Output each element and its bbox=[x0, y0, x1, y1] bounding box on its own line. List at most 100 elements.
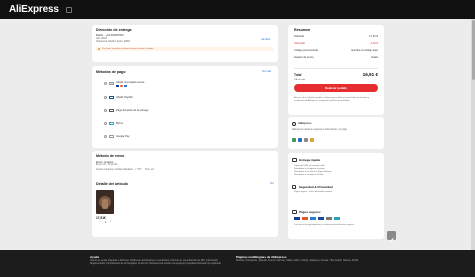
pencil-icon bbox=[389, 238, 394, 243]
fast-delivery-title[interactable]: Entrega rápida bbox=[299, 158, 320, 162]
item-price: 17,91€ bbox=[96, 216, 106, 220]
fast-delivery-item: Reembolso si no llega en 30 días bbox=[294, 174, 324, 176]
fast-delivery-item: Reembolso si el paquete se pierde bbox=[294, 168, 325, 170]
edit-float-button[interactable] bbox=[387, 231, 396, 243]
aliexpress-logo[interactable]: AliExpress bbox=[9, 4, 59, 15]
check-circle-icon bbox=[292, 122, 296, 126]
shipping-carrier: Courier company: Cainiao Standard · ✓ CT… bbox=[96, 168, 155, 171]
summary-row-subtotal: Subtotal 17,91 € bbox=[294, 35, 378, 39]
payment-method-label: Pago después de la entrega bbox=[116, 108, 149, 112]
payment-view-more-link[interactable]: Ver más bbox=[262, 70, 271, 73]
warning-icon bbox=[98, 48, 100, 50]
security-title[interactable]: Seguridad & Privacidad bbox=[299, 185, 333, 189]
shipping-estimate: Envío: 20 - 30 de Dic bbox=[96, 164, 118, 166]
page-scrollbar-thumb[interactable] bbox=[471, 20, 475, 80]
secure-payments-title: Pagos seguros bbox=[299, 210, 321, 214]
summary-row-label: Gastos de envío bbox=[294, 56, 314, 59]
trust-text: AliExpress mantiene seguras tu informaci… bbox=[292, 129, 347, 131]
trust-card: AliExpress AliExpress mantiene seguras t… bbox=[288, 117, 384, 149]
qty-increase-button[interactable]: + bbox=[110, 221, 111, 223]
payment-methods-title: Métodos de pago bbox=[96, 70, 126, 74]
secure-payments-text: Con socios de pago populares, tus datos … bbox=[294, 224, 355, 226]
google-pay-icon bbox=[109, 135, 114, 138]
address-notice-text: Por favor, actualiza tu dirección para r… bbox=[102, 47, 154, 50]
product-image-detail bbox=[102, 199, 108, 209]
top-bar: AliExpress bbox=[0, 0, 475, 19]
shipping-method-card: Método de envío Envío: Gratuito Envío: 2… bbox=[92, 151, 278, 237]
badge-icon bbox=[310, 138, 314, 142]
address-notice: Por favor, actualiza tu dirección para r… bbox=[96, 47, 274, 51]
product-image[interactable] bbox=[96, 190, 114, 214]
payment-method-label: Google Pay bbox=[116, 134, 130, 138]
qty-value[interactable]: 1 bbox=[105, 221, 106, 224]
badge-icon bbox=[292, 138, 296, 142]
payment-logos-row bbox=[294, 217, 374, 221]
summary-title: Resumen bbox=[294, 28, 311, 32]
paypal-icon bbox=[109, 96, 114, 99]
radio-bizum[interactable] bbox=[104, 122, 107, 125]
summary-row-value: -1,00 € bbox=[369, 42, 378, 45]
card-brands-row bbox=[116, 84, 130, 87]
secure-shield-icon bbox=[66, 7, 72, 13]
quantity-stepper[interactable]: - 1 + bbox=[100, 221, 114, 225]
summary-row-value: 17,91 € bbox=[369, 35, 378, 38]
cash-icon bbox=[109, 109, 114, 112]
amex-icon bbox=[124, 84, 127, 87]
summary-row-label: Ahorrado bbox=[294, 42, 306, 45]
mastercard-icon bbox=[302, 217, 308, 220]
shipping-address-title: Dirección de entrega bbox=[96, 28, 132, 32]
summary-row-label: Subtotal bbox=[294, 35, 304, 38]
paypal-icon bbox=[318, 217, 324, 220]
item-detail-title: Detalle del artículo bbox=[96, 182, 128, 186]
truck-icon bbox=[292, 158, 297, 162]
payment-method-new-card[interactable]: Añadir una tarjeta nueva bbox=[104, 80, 224, 88]
tax-note: IVA incluido bbox=[294, 79, 306, 81]
visa-icon bbox=[294, 217, 300, 220]
payment-method-cod[interactable]: Pago después de la entrega bbox=[104, 108, 224, 114]
change-address-link[interactable]: Cambiar bbox=[261, 38, 270, 41]
radio-google-pay[interactable] bbox=[104, 135, 107, 138]
payment-method-bizum[interactable]: Bizum bbox=[104, 121, 224, 127]
fast-delivery-item: Cupón de 3,00€ por entrega tardía bbox=[294, 165, 325, 167]
security-text: Pagos seguros · Datos personales seguros bbox=[294, 191, 333, 193]
address-line1: C/E 12323 bbox=[96, 37, 107, 40]
summary-row-promo[interactable]: Código promocional Escribe el código aqu… bbox=[294, 49, 378, 53]
footer-help-title: Ayuda bbox=[90, 255, 100, 259]
qty-decrease-button[interactable]: - bbox=[100, 221, 101, 223]
footer-help-text[interactable]: Centro de ayuda, Disputas e Informes, Po… bbox=[90, 260, 230, 266]
payment-method-google-pay[interactable]: Google Pay bbox=[104, 134, 224, 140]
shipping-address-card: Dirección de entrega Ebello · +34 391287… bbox=[92, 25, 278, 62]
order-legal-text: Al hacer clic en Realizar pedido, confir… bbox=[294, 97, 369, 102]
address-line2: Chapineria, Madrid, Spain, 28001 bbox=[96, 40, 131, 43]
amex-icon bbox=[310, 217, 316, 220]
trust-brand: AliExpress bbox=[298, 121, 312, 125]
summary-row-label: Código promocional bbox=[294, 49, 318, 52]
item-detail-view-link[interactable]: Ver bbox=[270, 182, 274, 185]
place-order-button[interactable]: Realizar pedido bbox=[294, 84, 378, 92]
badge-icon bbox=[304, 138, 308, 142]
payment-method-paypal[interactable]: Añadir PayPal bbox=[104, 95, 224, 101]
summary-divider bbox=[294, 68, 378, 69]
total-value: 16,91 € bbox=[362, 72, 378, 77]
payment-methods-card: Métodos de pago Ver más Añadir una tarje… bbox=[92, 66, 278, 148]
google-pay-icon bbox=[326, 217, 332, 220]
total-label: Total bbox=[294, 73, 302, 77]
radio-cod[interactable] bbox=[104, 109, 107, 112]
payment-method-label: Bizum bbox=[116, 121, 124, 125]
radio-new-card[interactable] bbox=[104, 82, 107, 85]
lock-icon bbox=[292, 185, 296, 189]
credit-card-icon bbox=[109, 82, 114, 85]
features-card: Entrega rápida Cupón de 3,00€ por entreg… bbox=[288, 153, 384, 239]
radio-paypal[interactable] bbox=[104, 96, 107, 99]
mastercard-icon bbox=[120, 84, 123, 87]
promo-code-input[interactable]: Escribe el código aquí bbox=[352, 49, 378, 52]
footer-multilingual-text[interactable]: Russian, Portuguese, Spanish, French, Ge… bbox=[236, 260, 382, 263]
bizum-icon bbox=[109, 122, 114, 125]
shipping-method-title: Método de envío bbox=[96, 154, 125, 158]
summary-row-value: Gratis bbox=[370, 56, 378, 59]
page-footer: Ayuda Centro de ayuda, Disputas e Inform… bbox=[0, 250, 475, 277]
bizum-icon bbox=[334, 217, 340, 220]
fast-delivery-item: Reembolso si los artículos llegan dañado… bbox=[294, 171, 332, 173]
badge-icon bbox=[298, 138, 302, 142]
visa-icon bbox=[116, 84, 119, 87]
